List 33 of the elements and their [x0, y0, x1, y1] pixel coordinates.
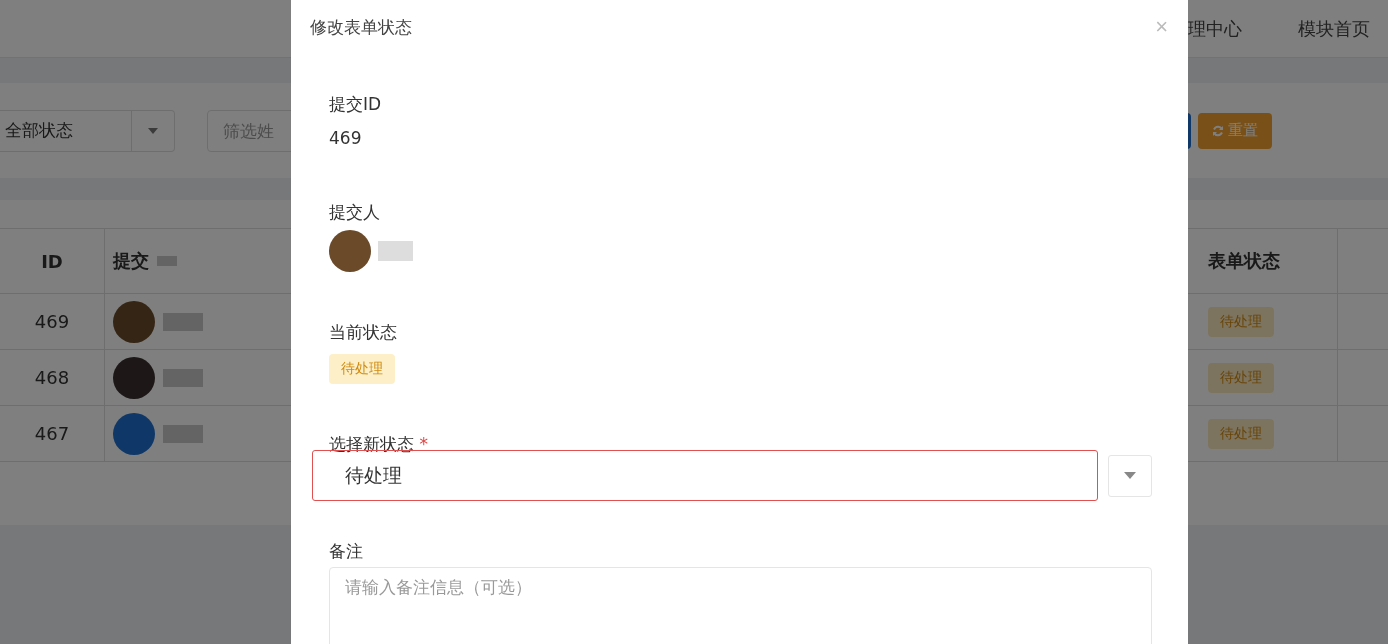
- avatar: [329, 230, 371, 272]
- field-value: 469: [329, 127, 363, 150]
- refresh-icon: [1212, 124, 1224, 137]
- avatar: [113, 300, 155, 343]
- dropdown-button[interactable]: [1108, 454, 1152, 497]
- avatar: [113, 356, 155, 399]
- table-cell: 467: [0, 406, 105, 461]
- caret-icon: [148, 127, 158, 134]
- table-cell: 468: [0, 350, 105, 405]
- nav-link[interactable]: 理中心: [1188, 16, 1242, 41]
- field-label: 提交ID: [329, 93, 383, 116]
- redacted-text: [163, 312, 203, 331]
- column-header: ID: [0, 229, 105, 293]
- status-tag: 待处理: [329, 354, 395, 384]
- field-label: 备注: [329, 540, 364, 563]
- column-header: 提交: [113, 249, 149, 273]
- redacted-text: [163, 368, 203, 387]
- note-field[interactable]: 请输入备注信息（可选）: [329, 567, 1152, 644]
- nav-link[interactable]: 模块首页: [1298, 16, 1370, 41]
- field-label: 提交人: [329, 201, 381, 224]
- redacted-text: [378, 241, 413, 261]
- dialog-title: 修改表单状态: [310, 15, 412, 39]
- status-select[interactable]: 全部状态: [0, 109, 175, 152]
- caret-icon: [1124, 472, 1136, 479]
- field-label: 当前状态: [329, 321, 398, 344]
- status-tag: 待处理: [1208, 418, 1274, 449]
- avatar: [113, 412, 155, 455]
- status-tag: 待处理: [1208, 362, 1274, 393]
- column-header: 表单状态: [1208, 249, 1280, 273]
- status-tag: 待处理: [1208, 306, 1274, 337]
- table-cell: 469: [0, 294, 105, 349]
- redacted-text: [157, 256, 177, 266]
- redacted-text: [163, 424, 203, 443]
